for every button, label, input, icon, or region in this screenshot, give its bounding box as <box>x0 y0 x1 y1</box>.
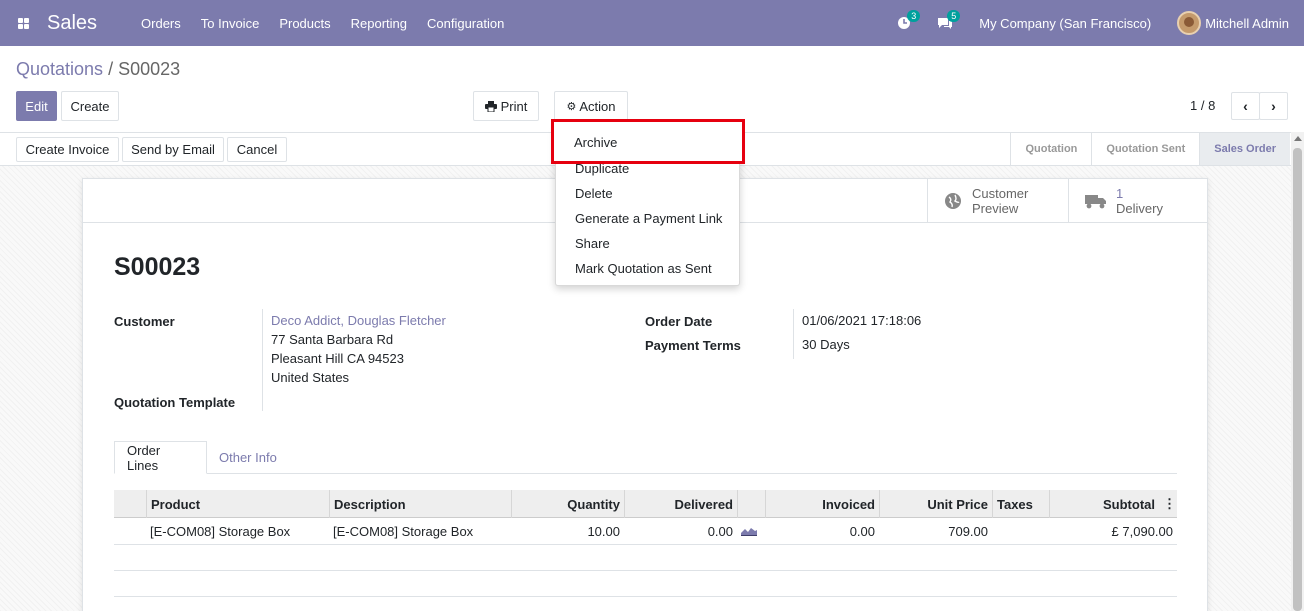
activity-count-badge: 3 <box>907 10 921 22</box>
globe-icon <box>945 192 961 209</box>
customer-preview-line2: Preview <box>972 200 1019 216</box>
stage-quotation-sent[interactable]: Quotation Sent <box>1091 133 1199 165</box>
cell-description: [E-COM08] Storage Box <box>333 523 474 539</box>
app-name[interactable]: Sales <box>47 12 97 35</box>
truck-icon <box>1085 194 1106 208</box>
menu-item-archive[interactable]: Archive <box>574 135 617 150</box>
scroll-thumb[interactable] <box>1293 148 1302 611</box>
table-header: Product Description Quantity Delivered I… <box>114 490 1177 518</box>
menu-item-generate-payment-link[interactable]: Generate a Payment Link <box>556 206 739 231</box>
field-divider <box>793 309 794 359</box>
column-taxes[interactable]: Taxes <box>992 490 1049 518</box>
customer-link[interactable]: Deco Addict, Douglas Fletcher <box>271 311 446 330</box>
pager-next-button[interactable]: › <box>1259 92 1288 120</box>
tab-other-info[interactable]: Other Info <box>207 441 289 474</box>
customer-preview-button[interactable]: Customer Preview <box>927 179 1068 222</box>
column-unit-price[interactable]: Unit Price <box>879 490 992 518</box>
address-line-3: United States <box>271 370 350 385</box>
address-line-1: 77 Santa Barbara Rd <box>271 332 394 347</box>
stage-pipeline: Quotation Quotation Sent Sales Order <box>1010 133 1290 165</box>
send-by-email-button[interactable]: Send by Email <box>122 137 224 162</box>
column-delivered[interactable]: Delivered <box>624 490 737 518</box>
breadcrumb-current: S00023 <box>118 59 181 79</box>
stage-sales-order: Sales Order <box>1199 133 1290 165</box>
record-title: S00023 <box>114 253 201 281</box>
breadcrumb: Quotations / S00023 <box>16 59 180 80</box>
column-subtotal[interactable]: Subtotal <box>1049 490 1159 518</box>
delivery-count: 1 <box>1116 185 1124 201</box>
company-switcher[interactable]: My Company (San Francisco) <box>979 16 1151 31</box>
create-button[interactable]: Create <box>61 91 119 121</box>
cancel-button[interactable]: Cancel <box>227 137 287 162</box>
menu-configuration[interactable]: Configuration <box>427 16 504 31</box>
delivery-button[interactable]: 1 Delivery <box>1068 179 1208 222</box>
customer-preview-line1: Customer <box>972 185 1029 201</box>
pager-value[interactable]: 1 / 8 <box>1190 98 1215 113</box>
cell-product: [E-COM08] Storage Box <box>150 523 291 539</box>
stage-quotation[interactable]: Quotation <box>1010 133 1091 165</box>
address-line-2: Pleasant Hill CA 94523 <box>271 351 404 366</box>
forecast-chart-icon[interactable] <box>737 518 765 544</box>
notebook-tabs: Order Lines Other Info <box>114 441 1177 474</box>
column-description[interactable]: Description <box>329 490 511 518</box>
message-count-badge: 5 <box>947 10 961 22</box>
top-navbar: Sales Orders To Invoice Products Reporti… <box>0 0 1304 46</box>
edit-button[interactable]: Edit <box>16 91 57 121</box>
cell-quantity: 10.00 <box>587 523 620 539</box>
print-icon <box>484 100 497 112</box>
column-options-icon[interactable]: ⋮ <box>1159 490 1177 518</box>
field-divider <box>262 309 263 411</box>
create-invoice-button[interactable]: Create Invoice <box>16 137 119 162</box>
messaging-button[interactable]: 5 <box>937 10 961 30</box>
print-label: Print <box>500 98 528 114</box>
cell-taxes <box>992 518 1049 544</box>
menu-item-delete[interactable]: Delete <box>556 181 739 206</box>
menu-item-archive-highlighted[interactable]: Archive <box>551 119 745 164</box>
chevron-left-icon: ‹ <box>1243 98 1248 114</box>
menu-products[interactable]: Products <box>279 16 330 31</box>
gear-icon: ⚙ <box>566 100 577 113</box>
table-row[interactable] <box>114 571 1177 597</box>
pager-previous-button[interactable]: ‹ <box>1231 92 1260 120</box>
menu-reporting[interactable]: Reporting <box>351 16 407 31</box>
breadcrumb-separator: / <box>103 59 119 79</box>
payment-terms-value: 30 Days <box>802 337 850 352</box>
column-forecast <box>737 490 765 518</box>
table-row[interactable] <box>114 545 1177 571</box>
column-quantity[interactable]: Quantity <box>511 490 624 518</box>
column-invoiced[interactable]: Invoiced <box>765 490 879 518</box>
payment-terms-label: Payment Terms <box>645 338 741 353</box>
action-label: Action <box>579 98 616 114</box>
activity-button[interactable]: 3 <box>897 10 921 30</box>
customer-label: Customer <box>114 314 175 329</box>
cell-delivered: 0.00 <box>707 523 733 539</box>
menu-item-share[interactable]: Share <box>556 231 739 256</box>
menu-item-mark-as-sent[interactable]: Mark Quotation as Sent <box>556 256 739 281</box>
action-button[interactable]: ⚙ Action <box>554 91 628 121</box>
order-date-value: 01/06/2021 17:18:06 <box>802 313 922 328</box>
vertical-scrollbar[interactable] <box>1291 132 1304 611</box>
menu-to-invoice[interactable]: To Invoice <box>201 16 260 31</box>
avatar[interactable] <box>1177 11 1202 35</box>
quotation-template-label: Quotation Template <box>114 395 236 410</box>
user-menu[interactable]: Mitchell Admin <box>1205 16 1289 31</box>
cell-invoiced: 0.00 <box>849 523 875 539</box>
cell-subtotal: £ 7,090.00 <box>1111 523 1173 539</box>
tab-order-lines[interactable]: Order Lines <box>114 441 207 474</box>
breadcrumb-parent[interactable]: Quotations <box>16 59 103 79</box>
column-product[interactable]: Product <box>146 490 329 518</box>
order-date-label: Order Date <box>645 314 713 329</box>
scroll-up-arrow-icon[interactable] <box>1294 136 1302 141</box>
menu-orders[interactable]: Orders <box>141 16 181 31</box>
cell-unit-price: 709.00 <box>948 523 988 539</box>
chevron-right-icon: › <box>1271 98 1276 114</box>
delivery-label: Delivery <box>1116 200 1163 216</box>
table-row[interactable]: [E-COM08] Storage Box [E-COM08] Storage … <box>114 518 1177 545</box>
apps-menu-icon[interactable] <box>0 0 46 46</box>
print-button[interactable]: Print <box>473 91 539 121</box>
